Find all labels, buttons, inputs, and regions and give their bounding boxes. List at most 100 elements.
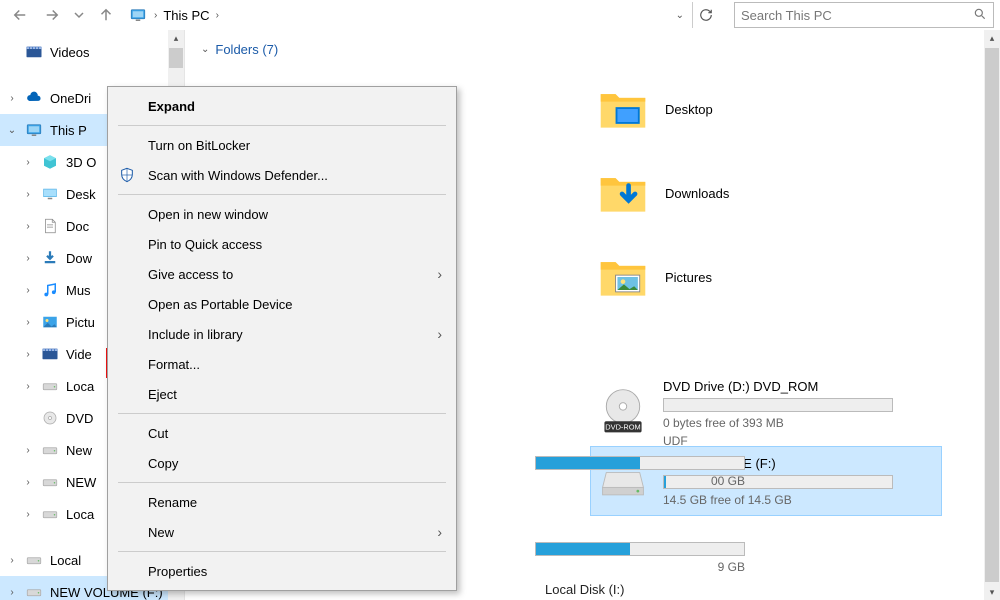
menu-item-label: Rename — [148, 495, 197, 510]
chevron-icon: › — [22, 253, 34, 264]
menu-item-cut[interactable]: Cut — [108, 418, 456, 448]
menu-item-rename[interactable]: Rename — [108, 487, 456, 517]
chevron-icon: › — [22, 285, 34, 296]
submenu-arrow-icon: › — [437, 326, 442, 342]
drive-icon — [40, 472, 60, 492]
nav-up-button[interactable] — [92, 1, 120, 29]
drive-icon — [40, 440, 60, 460]
folder-icon — [595, 165, 651, 221]
defender-icon — [118, 166, 136, 184]
drive-icon — [40, 504, 60, 524]
scroll-down-icon[interactable]: ▾ — [984, 584, 1000, 600]
menu-item-new[interactable]: New› — [108, 517, 456, 547]
folder-icon — [595, 249, 651, 305]
breadcrumb-thispc[interactable]: This PC — [163, 8, 209, 23]
tree-item-videos[interactable]: Videos — [0, 36, 184, 68]
content-scrollbar[interactable]: ▴ ▾ — [984, 30, 1000, 600]
downloads-icon — [40, 248, 60, 268]
folder-desktop[interactable]: Desktop — [591, 67, 941, 151]
tree-item-label: Videos — [50, 45, 90, 60]
scroll-up-icon[interactable]: ▴ — [168, 30, 184, 46]
drive-capacity-bar — [535, 456, 745, 470]
nav-forward-button[interactable] — [38, 1, 66, 29]
menu-separator — [118, 482, 446, 483]
menu-item-give-access-to[interactable]: Give access to› — [108, 259, 456, 289]
menu-item-scan-with-windows-defender[interactable]: Scan with Windows Defender... — [108, 160, 456, 190]
drive-name: DVD Drive (D:) DVD_ROM — [663, 379, 935, 394]
menu-item-copy[interactable]: Copy — [108, 448, 456, 478]
chevron-icon: › — [22, 221, 34, 232]
folder-label: Desktop — [665, 102, 713, 117]
scroll-thumb[interactable] — [985, 48, 999, 582]
section-title: Folders (7) — [215, 42, 278, 57]
folders-section-header[interactable]: ⌄ Folders (7) — [201, 36, 984, 67]
search-input[interactable]: Search This PC — [734, 2, 994, 28]
drive-free-text: 14.5 GB free of 14.5 GB — [663, 493, 935, 507]
menu-item-include-in-library[interactable]: Include in library› — [108, 319, 456, 349]
menu-item-format[interactable]: Format... — [108, 349, 456, 379]
nav-back-button[interactable] — [6, 1, 34, 29]
tree-item-label: Loca — [66, 507, 94, 522]
menu-item-label: Turn on BitLocker — [148, 138, 250, 153]
drive-free-text: 00 GB — [535, 474, 745, 488]
menu-item-pin-to-quick-access[interactable]: Pin to Quick access — [108, 229, 456, 259]
drive-free-text: 0 bytes free of 393 MB — [663, 416, 935, 430]
address-dropdown-button[interactable]: ⌄ — [676, 10, 684, 21]
search-icon — [973, 7, 987, 24]
chevron-icon: › — [22, 509, 34, 520]
dvd-icon — [40, 408, 60, 428]
tree-item-label: Desk — [66, 187, 96, 202]
tree-item-label: This P — [50, 123, 87, 138]
music-icon — [40, 280, 60, 300]
submenu-arrow-icon: › — [437, 524, 442, 540]
menu-separator — [118, 125, 446, 126]
chevron-icon: › — [6, 555, 18, 566]
drive-fs-text: UDF — [663, 434, 935, 448]
folder-label: Downloads — [665, 186, 729, 201]
chevron-icon: › — [6, 93, 18, 104]
menu-item-label: Give access to — [148, 267, 233, 282]
menu-item-label: Expand — [148, 99, 195, 114]
menu-separator — [118, 194, 446, 195]
chevron-icon: › — [22, 349, 34, 360]
address-bar[interactable]: › This PC › ⌄ — [124, 2, 688, 28]
chevron-icon: › — [22, 477, 34, 488]
refresh-button[interactable] — [692, 2, 718, 28]
menu-separator — [118, 551, 446, 552]
nav-recent-button[interactable] — [70, 1, 88, 29]
tree-item-label: Local — [50, 553, 81, 568]
tree-item-label: NEW — [66, 475, 96, 490]
menu-item-turn-on-bitlocker[interactable]: Turn on BitLocker — [108, 130, 456, 160]
menu-item-properties[interactable]: Properties — [108, 556, 456, 586]
onedrive-icon — [24, 88, 44, 108]
videos-icon — [24, 42, 44, 62]
thispc-icon — [128, 5, 148, 25]
folder-label: Pictures — [665, 270, 712, 285]
tree-item-label: 3D O — [66, 155, 96, 170]
drive-icon — [24, 550, 44, 570]
scroll-up-icon[interactable]: ▴ — [984, 30, 1000, 46]
menu-item-label: Format... — [148, 357, 200, 372]
menu-item-open-in-new-window[interactable]: Open in new window — [108, 199, 456, 229]
menu-item-expand[interactable]: Expand — [108, 91, 456, 121]
tree-item-label: OneDri — [50, 91, 91, 106]
thispc-icon — [24, 120, 44, 140]
tree-item-label: New — [66, 443, 92, 458]
chevron-icon: › — [22, 189, 34, 200]
tree-item-label: Pictu — [66, 315, 95, 330]
chevron-down-icon: ⌄ — [201, 44, 209, 55]
folder-pictures[interactable]: Pictures — [591, 235, 941, 319]
folder-downloads[interactable]: Downloads — [591, 151, 941, 235]
tree-item-label: Doc — [66, 219, 89, 234]
menu-item-open-as-portable-device[interactable]: Open as Portable Device — [108, 289, 456, 319]
tree-item-label: Dow — [66, 251, 92, 266]
drive-icon — [24, 582, 44, 600]
chevron-right-icon: › — [216, 10, 219, 21]
chevron-icon: ⌄ — [6, 125, 18, 136]
chevron-icon: › — [22, 157, 34, 168]
drive-tile[interactable]: DVD-ROMDVD Drive (D:) DVD_ROM0 bytes fre… — [591, 379, 941, 447]
menu-item-eject[interactable]: Eject — [108, 379, 456, 409]
menu-item-label: Open in new window — [148, 207, 268, 222]
scroll-thumb[interactable] — [169, 48, 183, 68]
documents-icon — [40, 216, 60, 236]
